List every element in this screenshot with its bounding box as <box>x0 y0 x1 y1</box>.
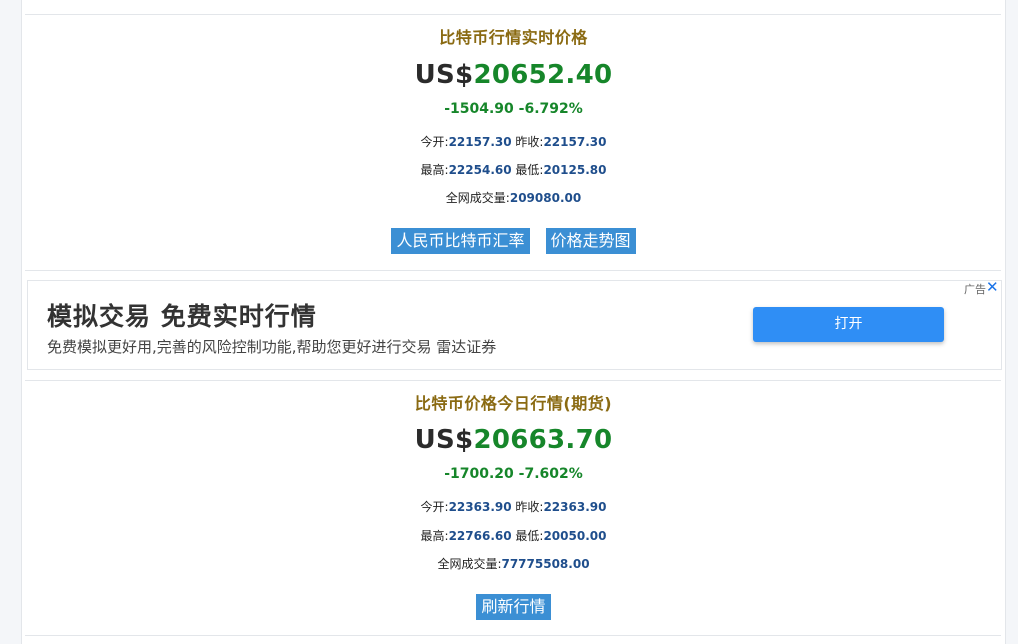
ad-title[interactable]: 模拟交易 免费实时行情 <box>47 297 317 333</box>
high-value: 22254.60 <box>448 163 512 177</box>
main-content: 比特币行情实时价格 US$20652.40 -1504.90 -6.792% 今… <box>21 0 1006 644</box>
divider <box>25 270 1001 271</box>
ad-description[interactable]: 免费模拟更好用,完善的风险控制功能,帮助您更好进行交易 雷达证券 <box>47 336 496 357</box>
low-label: 最低: <box>511 163 544 177</box>
low-label: 最低: <box>511 529 544 543</box>
open-value: 22157.30 <box>448 135 512 149</box>
current-price: US$20652.40 <box>22 60 1005 90</box>
open-label: 今开: <box>420 500 449 514</box>
refresh-button[interactable]: 刷新行情 <box>476 594 551 620</box>
open-prev-row: 今开:22157.30 昨收:22157.30 <box>22 133 1005 150</box>
open-value: 22363.90 <box>448 500 512 514</box>
high-value: 22766.60 <box>448 529 512 543</box>
volume-value: 77775508.00 <box>501 557 590 571</box>
divider <box>25 380 1001 381</box>
section-title: 比特币行情实时价格 <box>439 28 588 47</box>
close-icon[interactable]: ✕ <box>986 278 999 296</box>
low-value: 20125.80 <box>543 163 607 177</box>
prev-close-value: 22157.30 <box>543 135 607 149</box>
currency: US$ <box>414 60 474 90</box>
divider <box>25 635 1001 636</box>
ad-label: 广告 <box>964 283 986 296</box>
current-price: US$20663.70 <box>22 425 1005 455</box>
high-low-row: 最高:22766.60 最低:20050.00 <box>22 527 1005 544</box>
high-label: 最高: <box>420 529 449 543</box>
high-low-row: 最高:22254.60 最低:20125.80 <box>22 161 1005 178</box>
price-chart-button[interactable]: 价格走势图 <box>545 228 636 254</box>
price-value: 20663.70 <box>473 425 613 455</box>
volume-value: 209080.00 <box>509 191 582 205</box>
volume-row: 全网成交量:77775508.00 <box>22 555 1005 572</box>
section-title: 比特币价格今日行情(期货) <box>414 394 613 413</box>
price-change: -1700.20 -7.602% <box>444 466 583 482</box>
prev-close-value: 22363.90 <box>543 500 607 514</box>
volume-row: 全网成交量:209080.00 <box>22 189 1005 206</box>
prev-close-label: 昨收: <box>511 500 544 514</box>
volume-label: 全网成交量: <box>437 557 502 571</box>
futures-price-section: 比特币价格今日行情(期货) <box>22 390 1005 414</box>
ad-banner[interactable]: 模拟交易 免费实时行情 免费模拟更好用,完善的风险控制功能,帮助您更好进行交易 … <box>27 278 1002 370</box>
price-value: 20652.40 <box>473 60 613 90</box>
prev-close-label: 昨收: <box>511 135 544 149</box>
volume-label: 全网成交量: <box>445 191 510 205</box>
cny-rate-button[interactable]: 人民币比特币汇率 <box>391 228 530 254</box>
divider <box>25 14 1001 15</box>
open-label: 今开: <box>420 135 449 149</box>
price-change: -1504.90 -6.792% <box>444 101 583 117</box>
ad-open-button[interactable]: 打开 <box>753 307 944 342</box>
high-label: 最高: <box>420 163 449 177</box>
currency: US$ <box>414 425 474 455</box>
open-prev-row: 今开:22363.90 昨收:22363.90 <box>22 498 1005 515</box>
spot-price-section: 比特币行情实时价格 <box>22 24 1005 48</box>
low-value: 20050.00 <box>543 529 607 543</box>
